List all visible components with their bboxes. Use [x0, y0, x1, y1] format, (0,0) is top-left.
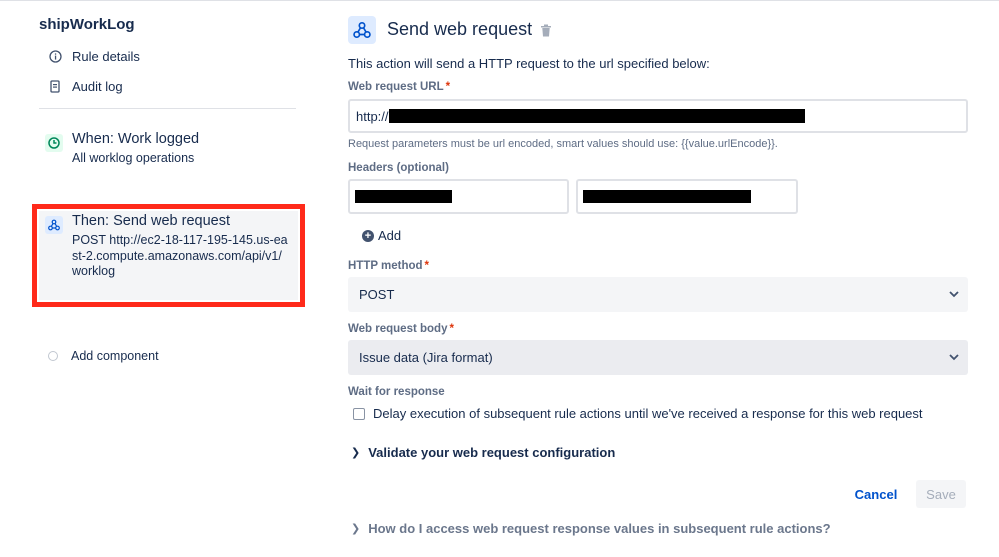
chevron-down-icon — [948, 351, 960, 363]
add-component-label: Add component — [71, 349, 159, 363]
redacted-header-value — [583, 190, 751, 203]
action-config-panel: Send web request This action will send a… — [348, 0, 968, 557]
web-request-body-select[interactable]: Issue data (Jira format) — [348, 340, 968, 375]
url-prefix: http:// — [356, 108, 389, 124]
wait-checkbox-label: Delay execution of subsequent rule actio… — [373, 406, 923, 421]
audit-log-label: Audit log — [72, 79, 123, 94]
http-method-value: POST — [359, 287, 395, 302]
panel-description: This action will send a HTTP request to … — [348, 56, 710, 71]
audit-log-link[interactable]: Audit log — [48, 79, 123, 94]
http-method-label: HTTP method * — [348, 260, 430, 272]
action-component[interactable]: Then: Send web request POST http://ec2-1… — [39, 213, 301, 298]
chevron-right-icon: ❯ — [351, 523, 361, 535]
redacted-header-key — [355, 190, 452, 203]
trigger-subtitle: All worklog operations — [72, 151, 195, 165]
document-icon — [48, 80, 62, 94]
chevron-right-icon: ❯ — [351, 447, 361, 459]
response-values-help-toggle[interactable]: ❯ How do I access web request response v… — [351, 521, 831, 536]
chevron-down-icon — [948, 288, 960, 300]
add-header-button[interactable]: + Add — [362, 228, 401, 243]
info-icon — [48, 50, 62, 64]
save-button[interactable]: Save — [916, 480, 966, 508]
faq-label: How do I access web request response val… — [368, 521, 831, 536]
wait-label: Wait for response — [348, 386, 445, 398]
header-key-input[interactable] — [348, 179, 569, 214]
body-value: Issue data (Jira format) — [359, 350, 493, 365]
headers-label: Headers (optional) — [348, 162, 449, 174]
url-hint: Request parameters must be url encoded, … — [348, 138, 778, 150]
webhook-icon — [348, 16, 376, 44]
action-title: Then: Send web request — [72, 213, 230, 229]
redacted-url — [388, 109, 805, 123]
rule-details-link[interactable]: Rule details — [48, 49, 140, 64]
rule-sidebar: shipWorkLog Rule details Audit log When:… — [0, 0, 320, 557]
clock-icon — [45, 134, 63, 152]
rule-name: shipWorkLog — [39, 16, 135, 33]
cancel-button[interactable]: Cancel — [850, 480, 902, 508]
validate-config-toggle[interactable]: ❯ Validate your web request configuratio… — [351, 445, 615, 460]
header-value-input[interactable] — [576, 179, 798, 214]
sidebar-divider — [39, 108, 296, 109]
wait-for-response-checkbox[interactable] — [353, 407, 365, 420]
action-subtitle: POST http://ec2-18-117-195-145.us-east-2… — [72, 233, 288, 278]
add-component-circle-icon — [48, 351, 58, 361]
webhook-icon — [45, 216, 63, 234]
wait-for-response-row: Delay execution of subsequent rule actio… — [353, 406, 923, 421]
trigger-title: When: Work logged — [72, 131, 200, 147]
rule-details-label: Rule details — [72, 49, 140, 64]
url-label: Web request URL * — [348, 81, 451, 93]
add-component-button[interactable]: Add component — [48, 349, 159, 363]
http-method-select[interactable]: POST — [348, 277, 968, 312]
validate-label: Validate your web request configuration — [368, 445, 616, 460]
web-request-url-input[interactable]: http:// — [348, 99, 968, 133]
trash-icon[interactable] — [540, 24, 552, 37]
body-label: Web request body * — [348, 323, 454, 335]
add-header-label: Add — [378, 228, 402, 243]
panel-title: Send web request — [387, 19, 533, 39]
plus-icon: + — [362, 229, 374, 242]
trigger-component[interactable]: When: Work logged All worklog operations — [39, 131, 301, 173]
